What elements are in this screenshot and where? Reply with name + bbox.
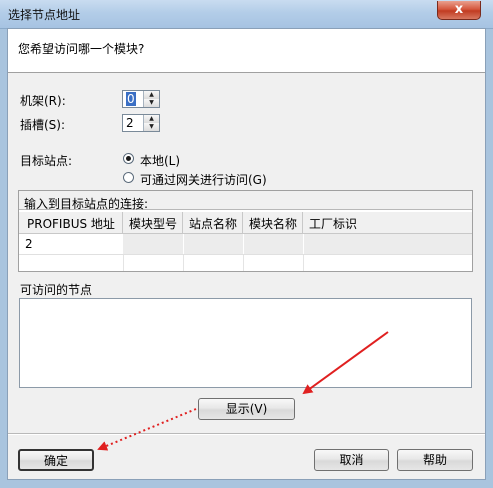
col-profibus-address[interactable]: PROFIBUS 地址: [19, 212, 123, 234]
question-text: 您希望访问哪一个模块?: [18, 42, 145, 56]
radio-gateway-label[interactable]: 可通过网关进行访问(G): [140, 171, 267, 188]
radio-gateway[interactable]: [123, 172, 134, 183]
rack-value[interactable]: 0: [126, 92, 136, 106]
spin-down-icon[interactable]: ▼: [144, 123, 159, 131]
connection-title: 输入到目标站点的连接:: [24, 197, 149, 211]
slot-label: 插槽(S):: [20, 118, 66, 132]
rack-spinner[interactable]: 0 ▲ ▼: [122, 90, 160, 108]
table-row-address[interactable]: 2: [19, 234, 123, 254]
display-button[interactable]: 显示(V): [198, 398, 295, 420]
close-button[interactable]: x: [437, 1, 481, 20]
cancel-button[interactable]: 取消: [314, 449, 389, 471]
spin-down-icon[interactable]: ▼: [144, 99, 159, 107]
nodes-list[interactable]: [19, 298, 472, 388]
ok-button[interactable]: 确定: [18, 449, 94, 471]
slot-spinner[interactable]: 2 ▲ ▼: [122, 114, 160, 132]
col-module-type[interactable]: 模块型号: [123, 212, 183, 234]
help-button[interactable]: 帮助: [397, 449, 473, 471]
radio-local-label[interactable]: 本地(L): [140, 152, 180, 169]
radio-local[interactable]: [123, 153, 134, 164]
target-label: 目标站点:: [20, 154, 73, 168]
slot-value[interactable]: 2: [126, 116, 134, 130]
col-module-name[interactable]: 模块名称: [243, 212, 303, 234]
window-title: 选择节点地址: [8, 8, 81, 22]
col-plant-id[interactable]: 工厂标识: [303, 212, 472, 234]
col-station-name[interactable]: 站点名称: [183, 212, 243, 234]
close-icon: x: [454, 2, 464, 17]
table-row[interactable]: [123, 234, 472, 254]
nodes-label: 可访问的节点: [20, 283, 93, 297]
divider: [8, 433, 485, 435]
table-row-empty[interactable]: [19, 254, 472, 271]
rack-label: 机架(R):: [20, 94, 66, 108]
